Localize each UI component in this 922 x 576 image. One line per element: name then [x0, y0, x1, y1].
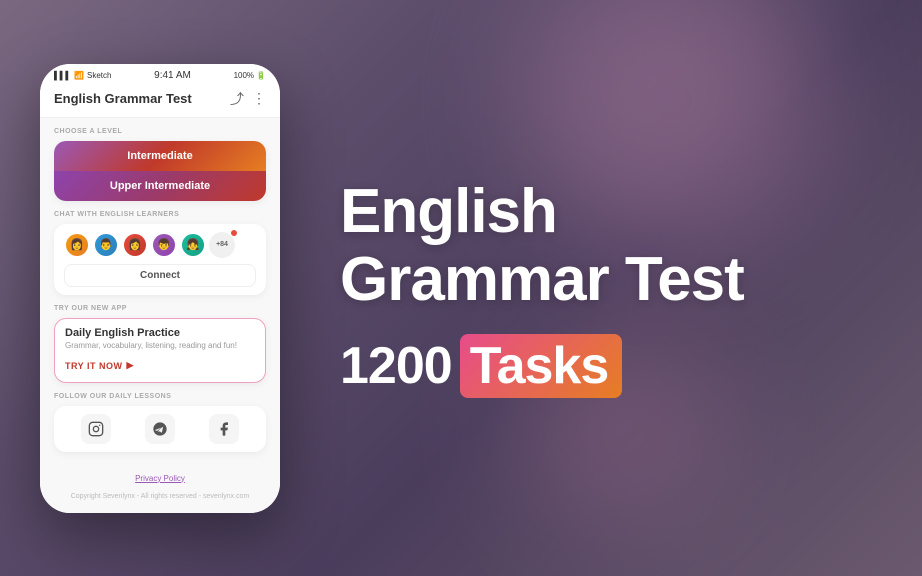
avatar-count: +84	[209, 232, 235, 258]
social-card	[54, 406, 266, 452]
more-icon[interactable]: ⋮	[252, 90, 266, 107]
privacy-policy-link[interactable]: Privacy Policy	[54, 474, 266, 483]
phone-mockup: ▌▌▌ 📶 Sketch 9:41 AM 100% 🔋 English Gram…	[40, 64, 280, 513]
avatar-2: 👨	[93, 232, 119, 258]
battery-icon: 🔋	[256, 71, 266, 80]
try-btn-label: TRY IT NOW	[65, 361, 123, 371]
connect-button[interactable]: Connect	[64, 264, 256, 287]
new-app-label: TRY OUR NEW APP	[54, 305, 266, 312]
choose-level-label: CHOOSE A LEVEL	[54, 128, 266, 135]
status-battery: 100% 🔋	[234, 71, 266, 80]
status-carrier: ▌▌▌ 📶 Sketch	[54, 71, 111, 80]
instagram-icon[interactable]	[81, 414, 111, 444]
right-section: English Grammar Test 1200 Tasks	[320, 178, 882, 398]
level-card: Intermediate Upper Intermediate	[54, 141, 266, 201]
app-footer: Privacy Policy Copyright Sevenlynx - All…	[40, 470, 280, 513]
social-icons	[64, 414, 256, 444]
status-bar: ▌▌▌ 📶 Sketch 9:41 AM 100% 🔋	[40, 64, 280, 85]
app-body: CHOOSE A LEVEL Intermediate Upper Interm…	[40, 118, 280, 470]
main-title: English Grammar Test	[340, 178, 744, 314]
title-line-1: English	[340, 178, 744, 246]
avatar-4: 👦	[151, 232, 177, 258]
app-title: English Grammar Test	[54, 91, 192, 106]
tasks-row: 1200 Tasks	[340, 334, 622, 398]
status-time: 9:41 AM	[154, 70, 191, 81]
avatar-5: 👧	[180, 232, 206, 258]
play-icon: ▶	[127, 360, 134, 371]
social-label: FOLLOW OUR DAILY LESSONS	[54, 393, 266, 400]
title-line-2: Grammar Test	[340, 246, 744, 314]
header-icons: ⤴ ⋮	[230, 89, 266, 109]
avatar-3: 👩	[122, 232, 148, 258]
carrier-name: Sketch	[87, 71, 111, 80]
facebook-icon[interactable]	[209, 414, 239, 444]
tasks-label: Tasks	[460, 334, 623, 398]
battery-label: 100%	[234, 71, 254, 80]
signal-icon: ▌▌▌	[54, 71, 71, 80]
avatars-row: 👩 👨 👩 👦 👧 +84	[64, 232, 256, 258]
app-header: English Grammar Test ⤴ ⋮	[40, 85, 280, 118]
tasks-number: 1200	[340, 336, 452, 396]
copyright-text: Copyright Sevenlynx - All rights reserve…	[71, 493, 250, 500]
practice-card: Daily English Practice Grammar, vocabula…	[54, 318, 266, 383]
practice-title: Daily English Practice	[65, 327, 255, 339]
share-icon[interactable]: ⤴	[230, 89, 244, 109]
upper-intermediate-button[interactable]: Upper Intermediate	[54, 171, 266, 201]
try-it-now-button[interactable]: TRY IT NOW ▶	[65, 360, 134, 371]
chat-label: CHAT WITH ENGLISH LEARNERS	[54, 211, 266, 218]
practice-subtitle: Grammar, vocabulary, listening, reading …	[65, 341, 255, 350]
avatar-count-label: +84	[216, 241, 228, 248]
notification-dot	[231, 230, 237, 236]
phone-wrapper: ▌▌▌ 📶 Sketch 9:41 AM 100% 🔋 English Gram…	[40, 64, 280, 513]
telegram-icon[interactable]	[145, 414, 175, 444]
wifi-icon: 📶	[74, 71, 84, 80]
chat-card: 👩 👨 👩 👦 👧 +84 Connect	[54, 224, 266, 295]
avatar-1: 👩	[64, 232, 90, 258]
main-container: ▌▌▌ 📶 Sketch 9:41 AM 100% 🔋 English Gram…	[0, 0, 922, 576]
intermediate-button[interactable]: Intermediate	[54, 141, 266, 171]
